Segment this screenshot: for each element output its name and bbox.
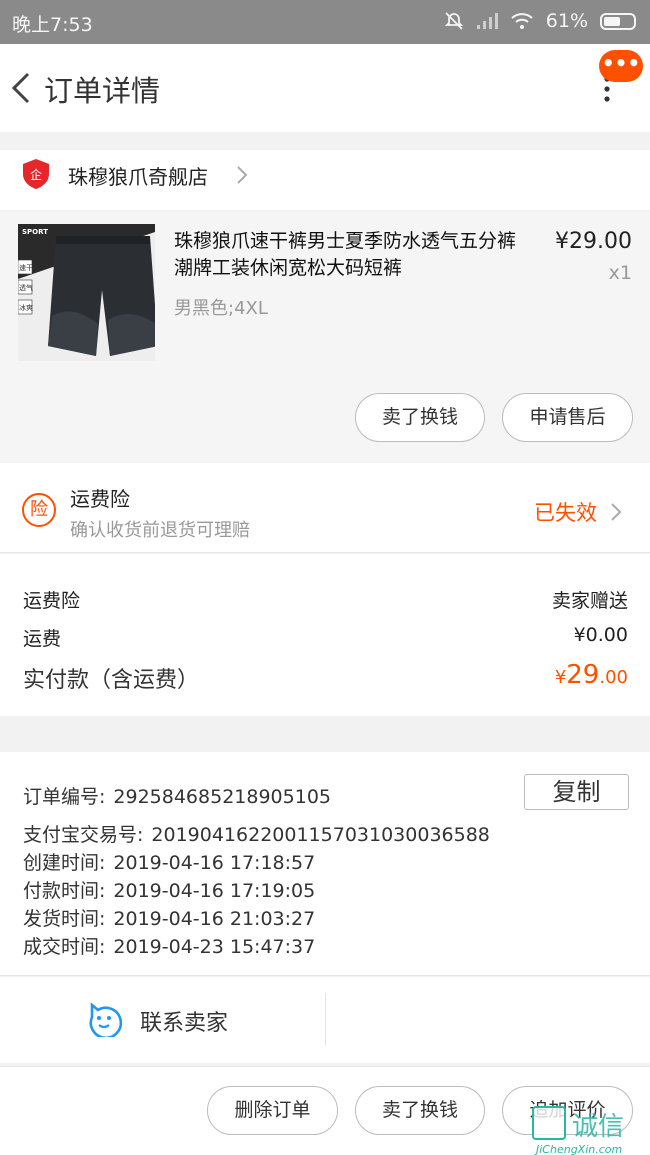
svg-text:速干: 速干 [19, 264, 33, 272]
fee-insurance-value: 卖家赠送 [551, 590, 628, 612]
info-label: 支付宝交易号: [23, 824, 144, 846]
status-icons: 61% [444, 10, 636, 32]
wifi-icon [511, 13, 533, 29]
svg-text:SPORT: SPORT [22, 228, 48, 236]
insurance-subtitle: 确认收货前退货可理赔 [70, 520, 250, 541]
created-time-row: 创建时间: 2019-04-16 17:18:57 [23, 848, 315, 875]
info-label: 订单编号: [23, 786, 106, 808]
product-title: 珠穆狼爪速干裤男士夏季防水透气五分裤潮牌工装休闲宽松大码短裤 [174, 230, 517, 279]
shipped-time: 2019-04-16 21:03:27 [113, 908, 316, 930]
shipped-time-row: 发货时间: 2019-04-16 21:03:27 [23, 904, 315, 931]
battery-icon [600, 12, 636, 30]
watermark-url: JiChengXin.com [536, 1143, 623, 1155]
back-icon[interactable] [8, 66, 38, 110]
svg-text:透气: 透气 [19, 283, 33, 292]
product-price: ¥29.00 [555, 229, 632, 254]
mute-icon [444, 12, 463, 30]
order-number: 292584685218905105 [113, 786, 331, 808]
completed-time-row: 成交时间: 2019-04-23 15:47:37 [23, 932, 315, 959]
watermark-logo [532, 1106, 566, 1140]
sell-button[interactable]: 卖了换钱 [355, 1086, 485, 1135]
watermark: 诚信 JiChengXin.com [532, 1106, 650, 1155]
insurance-icon: 险 [22, 493, 56, 527]
completed-time: 2019-04-23 15:47:37 [113, 936, 316, 958]
paid-decimal: .00 [599, 667, 628, 688]
battery-percent: 61% [545, 10, 588, 32]
info-label: 成交时间: [23, 936, 106, 958]
nav-bar: 订单详情 ••• [0, 44, 650, 132]
info-label: 创建时间: [23, 852, 106, 874]
shipping-insurance-row[interactable]: 险 运费险 确认收货前退货可理赔 已失效 [0, 463, 650, 553]
alipay-trade-number: 2019041622001157031030036588 [151, 824, 490, 846]
chevron-right-icon [611, 503, 622, 521]
order-info: 订单编号: 292584685218905105 复制 支付宝交易号: 201904… [0, 752, 650, 976]
product-card[interactable]: SPORT 速干 透气 冰爽 珠穆狼爪速干裤男士夏季防水透气五分裤潮牌工装休闲宽… [0, 212, 650, 462]
shop-row[interactable]: 企 珠穆狼爪奇舰店 [0, 150, 650, 210]
message-badge[interactable]: ••• [599, 50, 643, 82]
after-sale-button[interactable]: 申请售后 [502, 393, 633, 442]
sell-button[interactable]: 卖了换钱 [355, 393, 485, 442]
svg-text:企: 企 [30, 167, 42, 182]
shop-badge-icon: 企 [23, 159, 49, 189]
contact-seller-row: 联系卖家 [0, 977, 650, 1063]
paid-label: 实付款（含运费） [23, 668, 200, 693]
created-time: 2019-04-16 17:18:57 [113, 852, 316, 874]
paid-time-row: 付款时间: 2019-04-16 17:19:05 [23, 876, 315, 903]
product-image[interactable]: SPORT 速干 透气 冰爽 [18, 224, 155, 361]
shop-name: 珠穆狼爪奇舰店 [68, 165, 208, 189]
alipay-trade-row: 支付宝交易号: 2019041622001157031030036588 [23, 820, 490, 847]
paid-amount: ¥29.00 [555, 660, 628, 690]
svg-text:冰爽: 冰爽 [19, 303, 33, 312]
contact-seller-label[interactable]: 联系卖家 [140, 1005, 228, 1037]
order-number-row: 订单编号: 292584685218905105 [23, 782, 331, 809]
chevron-right-icon [237, 166, 248, 184]
status-bar: 晚上7:53 61% [0, 0, 650, 44]
delete-order-button[interactable]: 删除订单 [207, 1086, 338, 1135]
chat-face-icon[interactable] [86, 1001, 122, 1037]
fee-shipping-label: 运费 [23, 628, 62, 650]
fee-summary: 运费险 卖家赠送 运费 ¥0.00 实付款（含运费） ¥29.00 [0, 554, 650, 716]
fee-insurance-label: 运费险 [23, 590, 81, 612]
insurance-title: 运费险 [70, 487, 130, 511]
copy-button[interactable]: 复制 [524, 774, 629, 810]
divider [325, 993, 326, 1045]
page-title: 订单详情 [44, 74, 161, 108]
insurance-status: 已失效 [534, 501, 597, 525]
signal-icon [476, 13, 498, 29]
status-time: 晚上7:53 [12, 14, 93, 36]
info-label: 付款时间: [23, 880, 106, 902]
paid-main: 29 [566, 660, 600, 690]
product-sku: 男黑色;4XL [174, 298, 268, 319]
paid-currency: ¥ [554, 667, 567, 688]
watermark-text: 诚信 [572, 1112, 625, 1142]
info-label: 发货时间: [23, 908, 106, 930]
fee-shipping-value: ¥0.00 [573, 624, 628, 646]
paid-time: 2019-04-16 17:19:05 [113, 880, 316, 902]
product-qty: x1 [608, 262, 632, 284]
